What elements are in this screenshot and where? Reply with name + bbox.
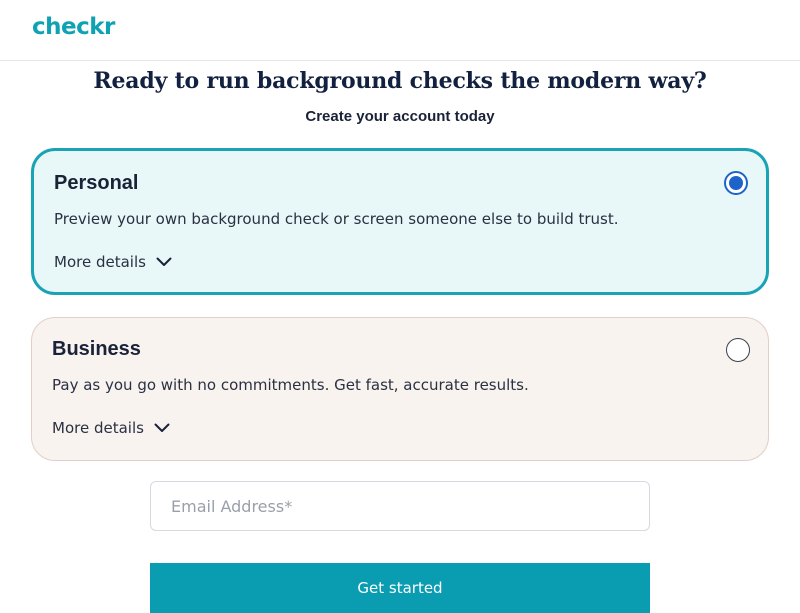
checkr-logo[interactable]: checkr: [32, 14, 115, 40]
page-subhead: Create your account today: [305, 108, 495, 125]
radio-dot: [729, 176, 743, 190]
card-description: Preview your own background check or scr…: [54, 210, 619, 228]
account-type-card-personal[interactable]: Personal Preview your own background che…: [31, 148, 769, 295]
card-title: Personal: [54, 172, 139, 194]
more-details-label: More details: [52, 419, 144, 437]
account-type-card-business[interactable]: Business Pay as you go with no commitmen…: [31, 317, 769, 461]
more-details-toggle[interactable]: More details: [52, 419, 170, 437]
more-details-toggle[interactable]: More details: [54, 253, 172, 271]
chevron-down-icon: [156, 257, 172, 266]
top-bar: checkr: [0, 0, 800, 61]
more-details-label: More details: [54, 253, 146, 271]
radio-selected-icon[interactable]: [724, 171, 748, 195]
get-started-button[interactable]: Get started: [150, 563, 650, 613]
radio-unselected-icon[interactable]: [726, 338, 750, 362]
card-description: Pay as you go with no commitments. Get f…: [52, 376, 529, 394]
email-field[interactable]: [150, 481, 650, 531]
card-title: Business: [52, 338, 141, 360]
chevron-down-icon: [154, 423, 170, 432]
page-headline: Ready to run background checks the moder…: [93, 68, 707, 94]
